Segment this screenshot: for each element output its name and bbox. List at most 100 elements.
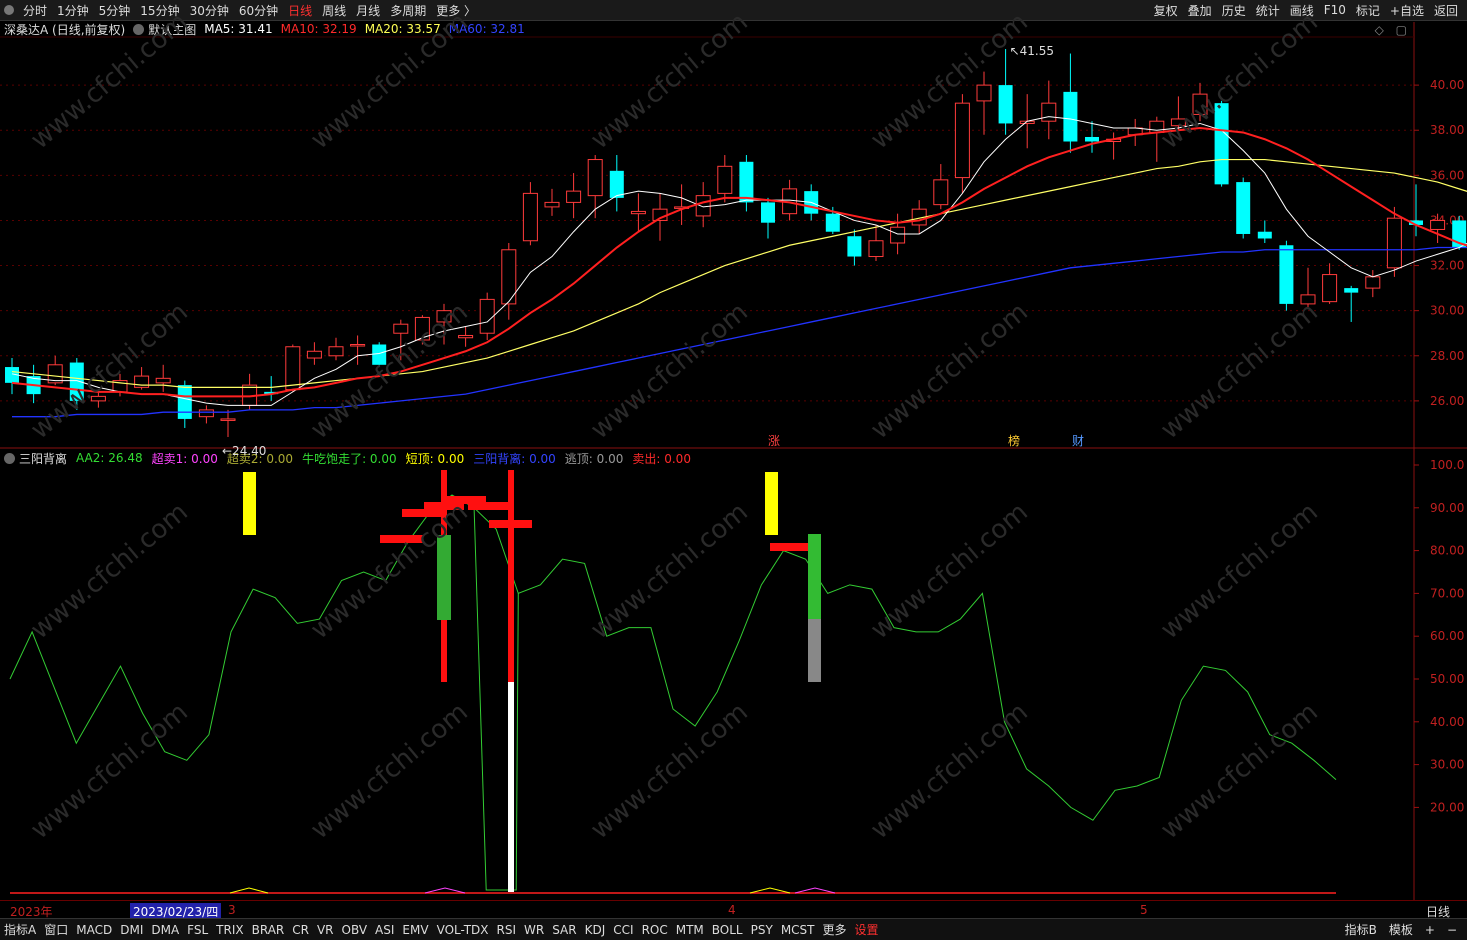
indicator-tab-0[interactable]: 指标A	[0, 921, 40, 938]
candle-body-up	[285, 346, 301, 391]
indicator-tick-label: 70.00	[1430, 586, 1464, 600]
indicator-tab-18[interactable]: CCI	[609, 923, 637, 937]
indicator-tab-4[interactable]: DMA	[147, 923, 183, 937]
watermark-text: www.cfchi.com	[1155, 697, 1324, 845]
price-tick-label: 26.00	[1430, 394, 1464, 408]
indicator-tab-17[interactable]: KDJ	[581, 923, 610, 937]
candle-body-down	[1257, 231, 1272, 239]
indicator-tab-7[interactable]: BRAR	[248, 923, 289, 937]
watermark-text: www.cfchi.com	[585, 7, 754, 155]
price-tick-label: 38.00	[1430, 123, 1464, 137]
short-top-signal	[765, 472, 778, 535]
candle-body-down	[609, 170, 624, 198]
candle-body-up	[155, 377, 171, 384]
indicator-tab-22[interactable]: PSY	[747, 923, 777, 937]
watermark-text: www.cfchi.com	[865, 297, 1034, 445]
indicator-tick-label: 30.00	[1430, 758, 1464, 772]
candle-body-up	[1322, 274, 1338, 303]
axis-month-4: 4	[728, 903, 736, 917]
niuchi-bar	[808, 534, 821, 619]
candle-body-up	[328, 346, 344, 357]
indicator-tab-14[interactable]: RSI	[493, 923, 521, 937]
indicator-tick-label: 60.00	[1430, 629, 1464, 643]
price-tick-label: 36.00	[1430, 168, 1464, 182]
indicator-tab-10[interactable]: OBV	[338, 923, 372, 937]
indicator-tick-label: 50.00	[1430, 672, 1464, 686]
candle-body-down	[825, 213, 840, 232]
bottom-right-item-2[interactable]: +	[1419, 923, 1441, 937]
watermark-text: www.cfchi.com	[865, 7, 1034, 155]
indicator-tick-label: 40.00	[1430, 715, 1464, 729]
indicator-tab-9[interactable]: VR	[313, 923, 338, 937]
event-marker-1: 榜	[1008, 433, 1020, 448]
candle-body-up	[306, 350, 322, 359]
watermark-text: www.cfchi.com	[1155, 497, 1324, 645]
candle-body-up	[695, 195, 711, 217]
low-price-label: ←24.40	[222, 444, 266, 458]
watermark-text: www.cfchi.com	[25, 697, 194, 845]
bottom-right-item-0[interactable]: 指标B	[1339, 921, 1383, 938]
indicator-tab-8[interactable]: CR	[288, 923, 313, 937]
candle-body-up	[976, 84, 992, 102]
axis-month-3: 3	[228, 903, 236, 917]
candle-body-up	[522, 192, 538, 242]
candle-body-up	[587, 159, 603, 197]
sell-signal	[468, 502, 508, 510]
indicator-tab-13[interactable]: VOL-TDX	[433, 923, 493, 937]
bottom-right-item-3[interactable]: −	[1441, 923, 1463, 937]
indicator-tabs: 指标A 窗口 MACD DMI DMA FSL TRIX BRAR CR VR OBV ASI EMV V…	[0, 918, 1467, 940]
candle-body-up	[868, 240, 884, 258]
watermark-text: www.cfchi.com	[305, 697, 474, 845]
candle-body-down	[1344, 288, 1359, 293]
watermark-text: www.cfchi.com	[585, 497, 754, 645]
watermark-text: www.cfchi.com	[865, 697, 1034, 845]
high-price-label: ↖41.55	[1010, 44, 1054, 58]
chart-area[interactable]: 40.0038.0036.0034.0032.0030.0028.0026.00…	[0, 0, 1467, 900]
candle-body-up	[458, 334, 474, 339]
candle-body-up	[890, 226, 906, 244]
indicator-tick-label: 20.00	[1430, 800, 1464, 814]
indicator-tab-1[interactable]: 窗口	[40, 921, 72, 938]
candle-body-up	[954, 102, 970, 179]
candle-body-down	[761, 202, 775, 223]
indicator-tab-16[interactable]: SAR	[548, 923, 580, 937]
candle-body-up	[630, 210, 646, 215]
time-axis: 2023年 2023/02/23/四 3 4 5 日线	[0, 900, 1467, 920]
candle-body-down	[1236, 182, 1251, 234]
candle-body-up	[1386, 217, 1402, 269]
indicator-tab-6[interactable]: TRIX	[212, 923, 247, 937]
indicator-tab-15[interactable]: WR	[520, 923, 548, 937]
indicator-tab-5[interactable]: FSL	[183, 923, 212, 937]
escape-top-bar	[808, 619, 821, 682]
candle-body-up	[933, 179, 949, 206]
watermark-text: www.cfchi.com	[25, 497, 194, 645]
bottom-right-item-1[interactable]: 模板	[1383, 921, 1419, 938]
watermark-text: www.cfchi.com	[1155, 7, 1324, 155]
indicator-tick-label: 100.0	[1430, 458, 1464, 472]
event-marker-2: 财	[1072, 434, 1084, 448]
candle-body-down	[1279, 245, 1294, 304]
indicator-tab-3[interactable]: DMI	[116, 923, 147, 937]
watermark-text: www.cfchi.com	[305, 7, 474, 155]
indicator-tab-24[interactable]: 更多	[819, 921, 851, 938]
candle-body-up	[350, 344, 366, 347]
candle-body-down	[1085, 136, 1099, 142]
indicator-tab-21[interactable]: BOLL	[708, 923, 747, 937]
candle-body-up	[566, 190, 582, 203]
indicator-tab-2[interactable]: MACD	[72, 923, 116, 937]
candle-body-up	[544, 201, 560, 208]
indicator-tab-12[interactable]: EMV	[398, 923, 432, 937]
candle-body-up	[1430, 219, 1446, 230]
candle-body-down	[739, 161, 754, 203]
indicator-tab-23[interactable]: MCST	[777, 923, 819, 937]
candle-body-up	[1041, 102, 1057, 122]
indicator-tab-20[interactable]: MTM	[672, 923, 708, 937]
price-tick-label: 40.00	[1430, 78, 1464, 92]
sell-signal	[770, 543, 808, 551]
watermark-text: www.cfchi.com	[1155, 297, 1324, 445]
indicator-tab-25[interactable]: 设置	[851, 921, 883, 938]
candle-body-up	[717, 165, 733, 194]
candle-body-up	[198, 409, 214, 418]
indicator-tab-19[interactable]: ROC	[638, 923, 672, 937]
indicator-tab-11[interactable]: ASI	[371, 923, 398, 937]
